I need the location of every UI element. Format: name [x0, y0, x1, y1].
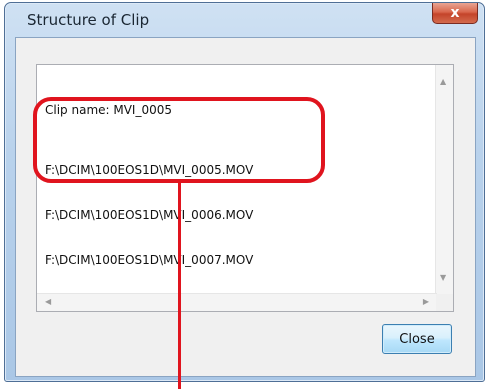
callout-line	[178, 183, 181, 389]
window-close-button[interactable]: x	[432, 3, 478, 24]
file-path-line: F:\DCIM\100EOS1D\MVI_0007.MOV	[45, 253, 254, 267]
window-title: Structure of Clip	[27, 11, 150, 29]
close-button[interactable]: Close	[382, 324, 452, 354]
highlight-annotation	[33, 97, 325, 183]
dialog-body: Clip name: MVI_0005 F:\DCIM\100EOS1D\MVI…	[15, 37, 476, 377]
dialog-window: Structure of Clip x Clip name: MVI_0005 …	[4, 2, 485, 382]
file-path-line: F:\DCIM\100EOS1D\MVI_0006.MOV	[45, 208, 254, 222]
right-arrow-icon[interactable]: ▶	[423, 297, 429, 306]
horizontal-scrollbar[interactable]: ◀ ▶	[37, 293, 437, 311]
scrollbar-corner	[436, 294, 453, 311]
down-arrow-icon[interactable]: ▼	[440, 273, 446, 282]
left-arrow-icon[interactable]: ◀	[45, 297, 51, 306]
title-bar[interactable]: Structure of Clip x	[5, 3, 484, 35]
up-arrow-icon[interactable]: ▲	[440, 77, 446, 86]
vertical-scrollbar[interactable]: ▲ ▼	[435, 65, 453, 294]
